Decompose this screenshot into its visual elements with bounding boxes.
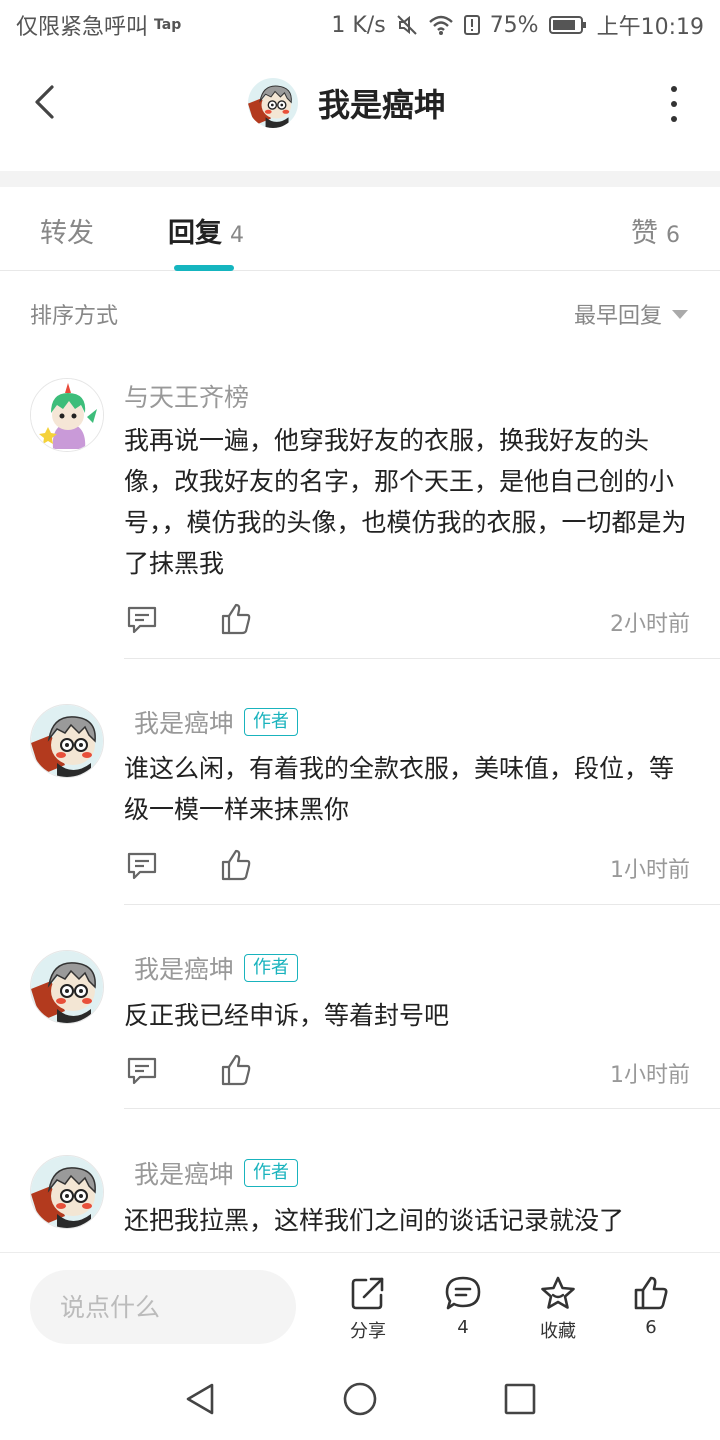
avatar[interactable]	[30, 378, 104, 452]
thumbs-up-icon[interactable]	[220, 848, 252, 886]
share-label: 分享	[350, 1321, 386, 1342]
tab-forward[interactable]: 转发	[40, 211, 94, 250]
comment-time: 1小时前	[610, 1063, 690, 1088]
comment-username[interactable]: 我是癌坤	[134, 704, 234, 740]
battery-icon	[548, 14, 587, 36]
comment-header: 我是癌坤 作者	[134, 1155, 299, 1191]
tab-like-label: 赞	[631, 218, 658, 249]
comment-header: 与天王齐榜	[124, 378, 249, 414]
more-button[interactable]	[664, 86, 684, 122]
tap-label: Tap	[154, 17, 182, 33]
comment-text: 谁这么闲，有着我的全款衣服，美味值，段位，等级一模一样来抹黑你	[124, 754, 675, 824]
carrier-text: 仅限紧急呼叫	[16, 15, 149, 40]
sort-bar: 排序方式 最早回复	[0, 290, 720, 336]
thumbs-up-icon[interactable]	[220, 602, 252, 640]
comment-actions: 1小时前	[126, 848, 690, 886]
comment-divider	[124, 904, 720, 905]
mute-icon	[396, 14, 418, 36]
comment-actions: 1小时前	[126, 1053, 690, 1091]
network-speed: 1 K/s	[331, 12, 386, 38]
tab-reply[interactable]: 回复 4	[168, 211, 244, 250]
avatar[interactable]	[30, 1155, 104, 1229]
author-badge: 作者	[244, 954, 299, 982]
sort-label: 排序方式	[30, 304, 119, 329]
sort-dropdown[interactable]: 最早回复	[574, 298, 688, 330]
comment-header: 我是癌坤 作者	[134, 704, 299, 740]
reply-bubble-icon[interactable]	[126, 1055, 158, 1091]
comment-button[interactable]: 4	[423, 1275, 503, 1338]
share-button[interactable]: 分享	[328, 1275, 408, 1343]
comment-time: 1小时前	[610, 858, 690, 883]
comment-actions: 2小时前	[126, 602, 690, 640]
reply-input[interactable]	[30, 1270, 296, 1344]
wifi-icon	[428, 14, 454, 36]
tab-reply-count: 4	[230, 223, 244, 248]
status-bar: 仅限紧急呼叫 Tap 1 K/s 75% 上午10:19	[0, 0, 720, 50]
comment-text: 还把我拉黑，这样我们之间的谈话记录就没了	[124, 1206, 625, 1235]
sort-selected: 最早回复	[573, 304, 662, 329]
alert-icon	[463, 14, 480, 36]
tab-like-count: 6	[666, 223, 680, 248]
tab-like[interactable]: 赞6	[631, 211, 680, 250]
battery-percent: 75%	[489, 12, 539, 38]
back-arrow-icon	[35, 85, 54, 119]
reply-bubble-icon[interactable]	[126, 604, 158, 640]
comment-divider	[124, 1108, 720, 1109]
tab-reply-label: 回复	[168, 218, 222, 249]
more-vertical-icon	[671, 86, 677, 92]
back-button[interactable]	[22, 80, 66, 124]
star-icon	[541, 1276, 575, 1309]
thumbs-up-icon[interactable]	[220, 1053, 252, 1091]
header: 我是癌坤	[0, 50, 720, 160]
caret-down-icon	[672, 309, 688, 319]
title-group: 我是癌坤	[248, 78, 446, 128]
avatar[interactable]	[30, 704, 104, 778]
thumbs-up-icon	[634, 1276, 668, 1310]
comment-username[interactable]: 与天王齐榜	[124, 378, 249, 414]
collect-button[interactable]: 收藏	[518, 1275, 598, 1343]
tab-bar: 转发 回复 4 赞6	[0, 187, 720, 271]
comment-text: 我再说一遍，他穿我好友的衣服，换我好友的头像，改我好友的名字，那个天王，是他自己…	[124, 426, 687, 578]
avatar[interactable]	[248, 78, 298, 128]
comment-text: 反正我已经申诉，等着封号吧	[124, 1001, 450, 1030]
nav-home-icon[interactable]	[343, 1382, 377, 1420]
bottom-action-bar: 分享 4 收藏 6	[0, 1252, 720, 1358]
reply-bubble-icon[interactable]	[126, 850, 158, 886]
system-nav-bar	[0, 1358, 720, 1440]
like-button[interactable]: 6	[611, 1275, 691, 1338]
comment-time: 2小时前	[610, 612, 690, 637]
author-badge: 作者	[244, 708, 299, 736]
page-title: 我是癌坤	[318, 86, 447, 124]
avatar[interactable]	[30, 950, 104, 1024]
share-icon	[351, 1277, 384, 1310]
collect-label: 收藏	[540, 1321, 576, 1342]
comment-count: 4	[457, 1317, 469, 1338]
tab-forward-label: 转发	[40, 218, 94, 249]
nav-recent-icon[interactable]	[504, 1383, 536, 1419]
comment-header: 我是癌坤 作者	[134, 950, 299, 986]
tab-indicator	[174, 265, 234, 271]
section-divider	[0, 171, 720, 187]
author-badge: 作者	[244, 1159, 299, 1187]
clock: 上午10:19	[596, 15, 704, 40]
comment-username[interactable]: 我是癌坤	[134, 1155, 234, 1191]
like-count: 6	[645, 1317, 657, 1338]
comment-divider	[124, 658, 720, 659]
nav-back-icon[interactable]	[184, 1382, 216, 1420]
comment-username[interactable]: 我是癌坤	[134, 950, 234, 986]
comment-icon	[445, 1276, 481, 1310]
